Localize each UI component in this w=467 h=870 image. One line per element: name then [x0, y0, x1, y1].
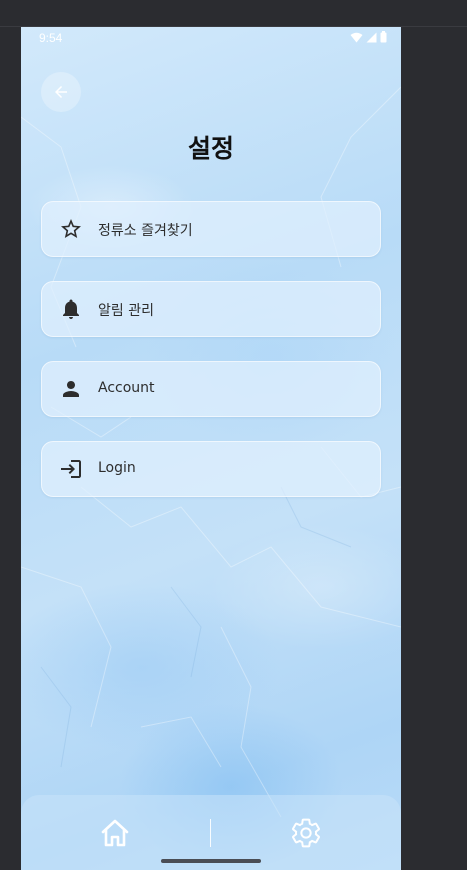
- status-bar: 9:54: [21, 27, 401, 49]
- menu-item-label: 알림 관리: [98, 303, 154, 319]
- emulator-toolbar: [0, 0, 467, 27]
- account-menu-item[interactable]: Account: [41, 361, 381, 417]
- favorite-stops-menu-item[interactable]: 정류소 즐겨찾기: [41, 201, 381, 257]
- nav-divider: [210, 819, 211, 847]
- cellular-signal-icon: [366, 32, 377, 42]
- menu-item-label: Account: [98, 380, 155, 396]
- arrow-left-icon: [55, 86, 67, 98]
- settings-menu: 정류소 즐겨찾기 알림 관리 Account Login: [41, 201, 381, 521]
- status-icons: [350, 31, 387, 43]
- status-time: 9:54: [39, 31, 63, 45]
- login-menu-item[interactable]: Login: [41, 441, 381, 497]
- notification-settings-menu-item[interactable]: 알림 관리: [41, 281, 381, 337]
- home-nav-button[interactable]: [97, 815, 133, 851]
- gear-icon: [292, 818, 320, 848]
- gesture-navigation-bar[interactable]: [161, 859, 261, 863]
- back-button[interactable]: [41, 72, 81, 112]
- menu-item-label: 정류소 즐겨찾기: [98, 223, 193, 239]
- login-icon: [59, 457, 83, 481]
- battery-icon: [380, 31, 387, 43]
- bell-icon: [59, 297, 83, 321]
- phone-screen: 9:54 설정 정류소 즐겨찾기 알림 관리 Account Login: [21, 27, 401, 870]
- page-title: 설정: [187, 134, 234, 163]
- wifi-icon: [350, 32, 363, 42]
- settings-nav-button[interactable]: [288, 815, 324, 851]
- star-outline-icon: [59, 217, 83, 241]
- person-icon: [59, 377, 83, 401]
- menu-item-label: Login: [98, 460, 136, 476]
- home-icon: [101, 819, 129, 847]
